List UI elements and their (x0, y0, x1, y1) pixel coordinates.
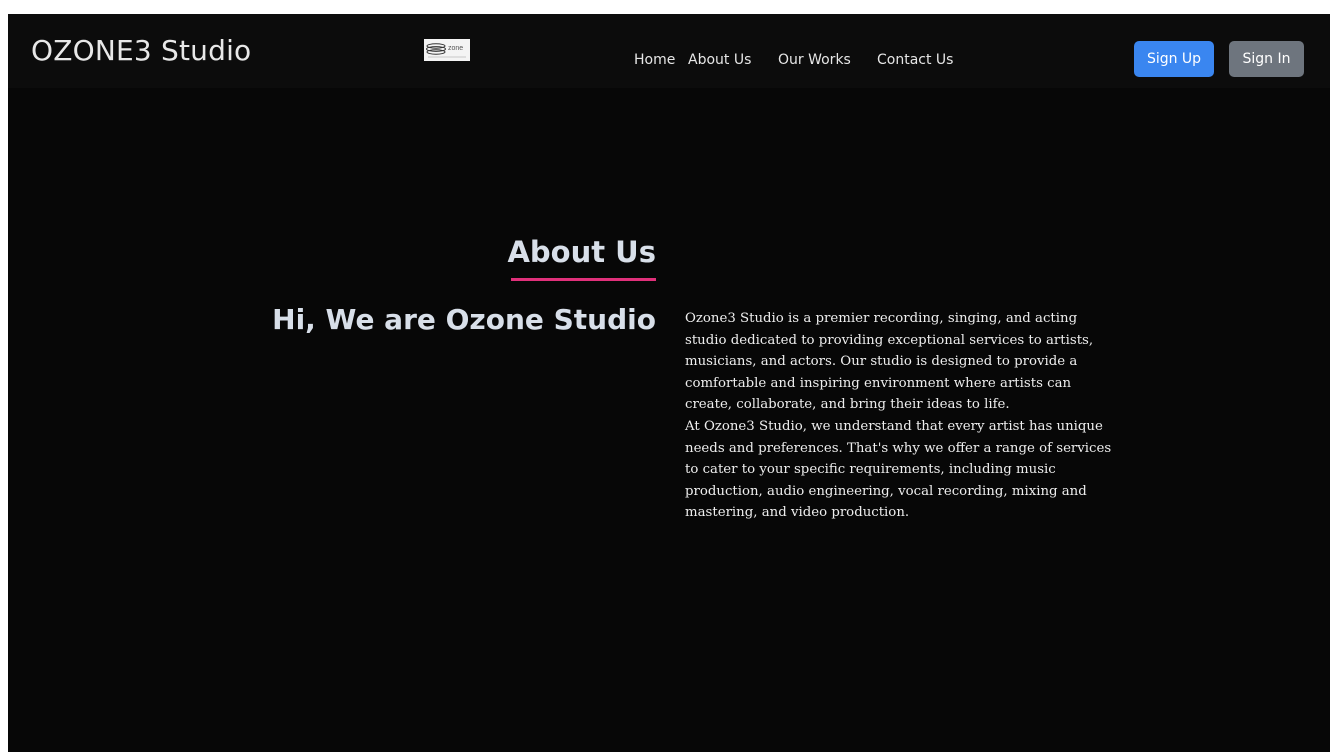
nav-link-about-us[interactable]: About Us (688, 52, 751, 68)
nav-link-contact-us[interactable]: Contact Us (877, 52, 953, 68)
navbar: OZONE3 Studio zone Home About Us Our Wor… (8, 14, 1330, 88)
brand-title[interactable]: OZONE3 Studio (31, 34, 251, 67)
nav-link-our-works[interactable]: Our Works (778, 52, 851, 68)
about-heading-underline (511, 278, 656, 281)
page-frame: OZONE3 Studio zone Home About Us Our Wor… (8, 8, 1330, 752)
sign-in-button[interactable]: Sign In (1229, 41, 1304, 77)
sign-up-button[interactable]: Sign Up (1134, 41, 1214, 77)
nav-link-home[interactable]: Home (634, 52, 675, 68)
about-subheading: Hi, We are Ozone Studio (272, 303, 656, 336)
about-heading: About Us (507, 235, 656, 269)
about-paragraph: At Ozone3 Studio, we understand that eve… (685, 418, 1112, 521)
logo-text: zone (448, 45, 463, 52)
about-description: Ozone3 Studio is a premier recording, si… (685, 308, 1115, 524)
logo-graphic: zone (426, 43, 466, 58)
studio-logo[interactable]: zone (424, 39, 470, 61)
about-paragraph: Ozone3 Studio is a premier recording, si… (685, 311, 1094, 413)
